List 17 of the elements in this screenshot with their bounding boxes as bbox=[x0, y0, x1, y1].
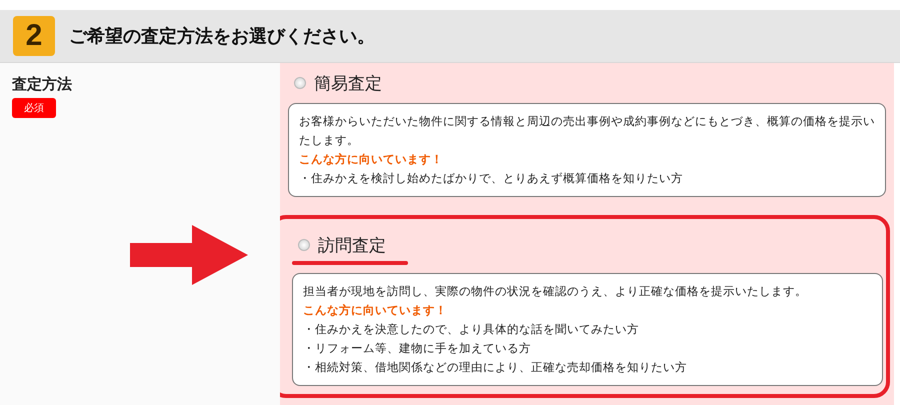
right-arrow-icon bbox=[130, 225, 248, 285]
suited-item: ・相続対策、借地関係などの理由により、正確な売却価格を知りたい方 bbox=[303, 359, 688, 376]
suited-item: ・住みかえを検討し始めたばかりで、とりあえず概算価格を知りたい方 bbox=[299, 170, 684, 187]
section-title: ご希望の査定方法をお選びください。 bbox=[69, 25, 375, 48]
required-badge: 必須 bbox=[12, 98, 56, 118]
radio-button[interactable] bbox=[294, 77, 306, 89]
radio-button[interactable] bbox=[298, 239, 310, 251]
suited-heading: こんな方に向いています！ bbox=[303, 302, 448, 319]
suited-item: ・住みかえを決意したので、より具体的な話を聞いてみたい方 bbox=[303, 321, 640, 338]
option-label[interactable]: 訪問査定 bbox=[318, 234, 386, 256]
description-text: 担当者が現地を訪問し、実際の物件の状況を確認のうえ、より正確な価格を提示いたします。 bbox=[303, 283, 808, 300]
description-text: お客様からいただいた物件に関する情報と周辺の売出事例や成約事例などにもとづき、概算の価格を提示いたします。 bbox=[299, 113, 875, 149]
step-number: 2 bbox=[13, 16, 55, 56]
suited-heading: こんな方に向いています！ bbox=[299, 151, 444, 168]
suited-item: ・リフォーム等、建物に手を加えている方 bbox=[303, 340, 532, 357]
option-label[interactable]: 簡易査定 bbox=[314, 72, 382, 94]
field-label: 査定方法 bbox=[12, 75, 72, 94]
